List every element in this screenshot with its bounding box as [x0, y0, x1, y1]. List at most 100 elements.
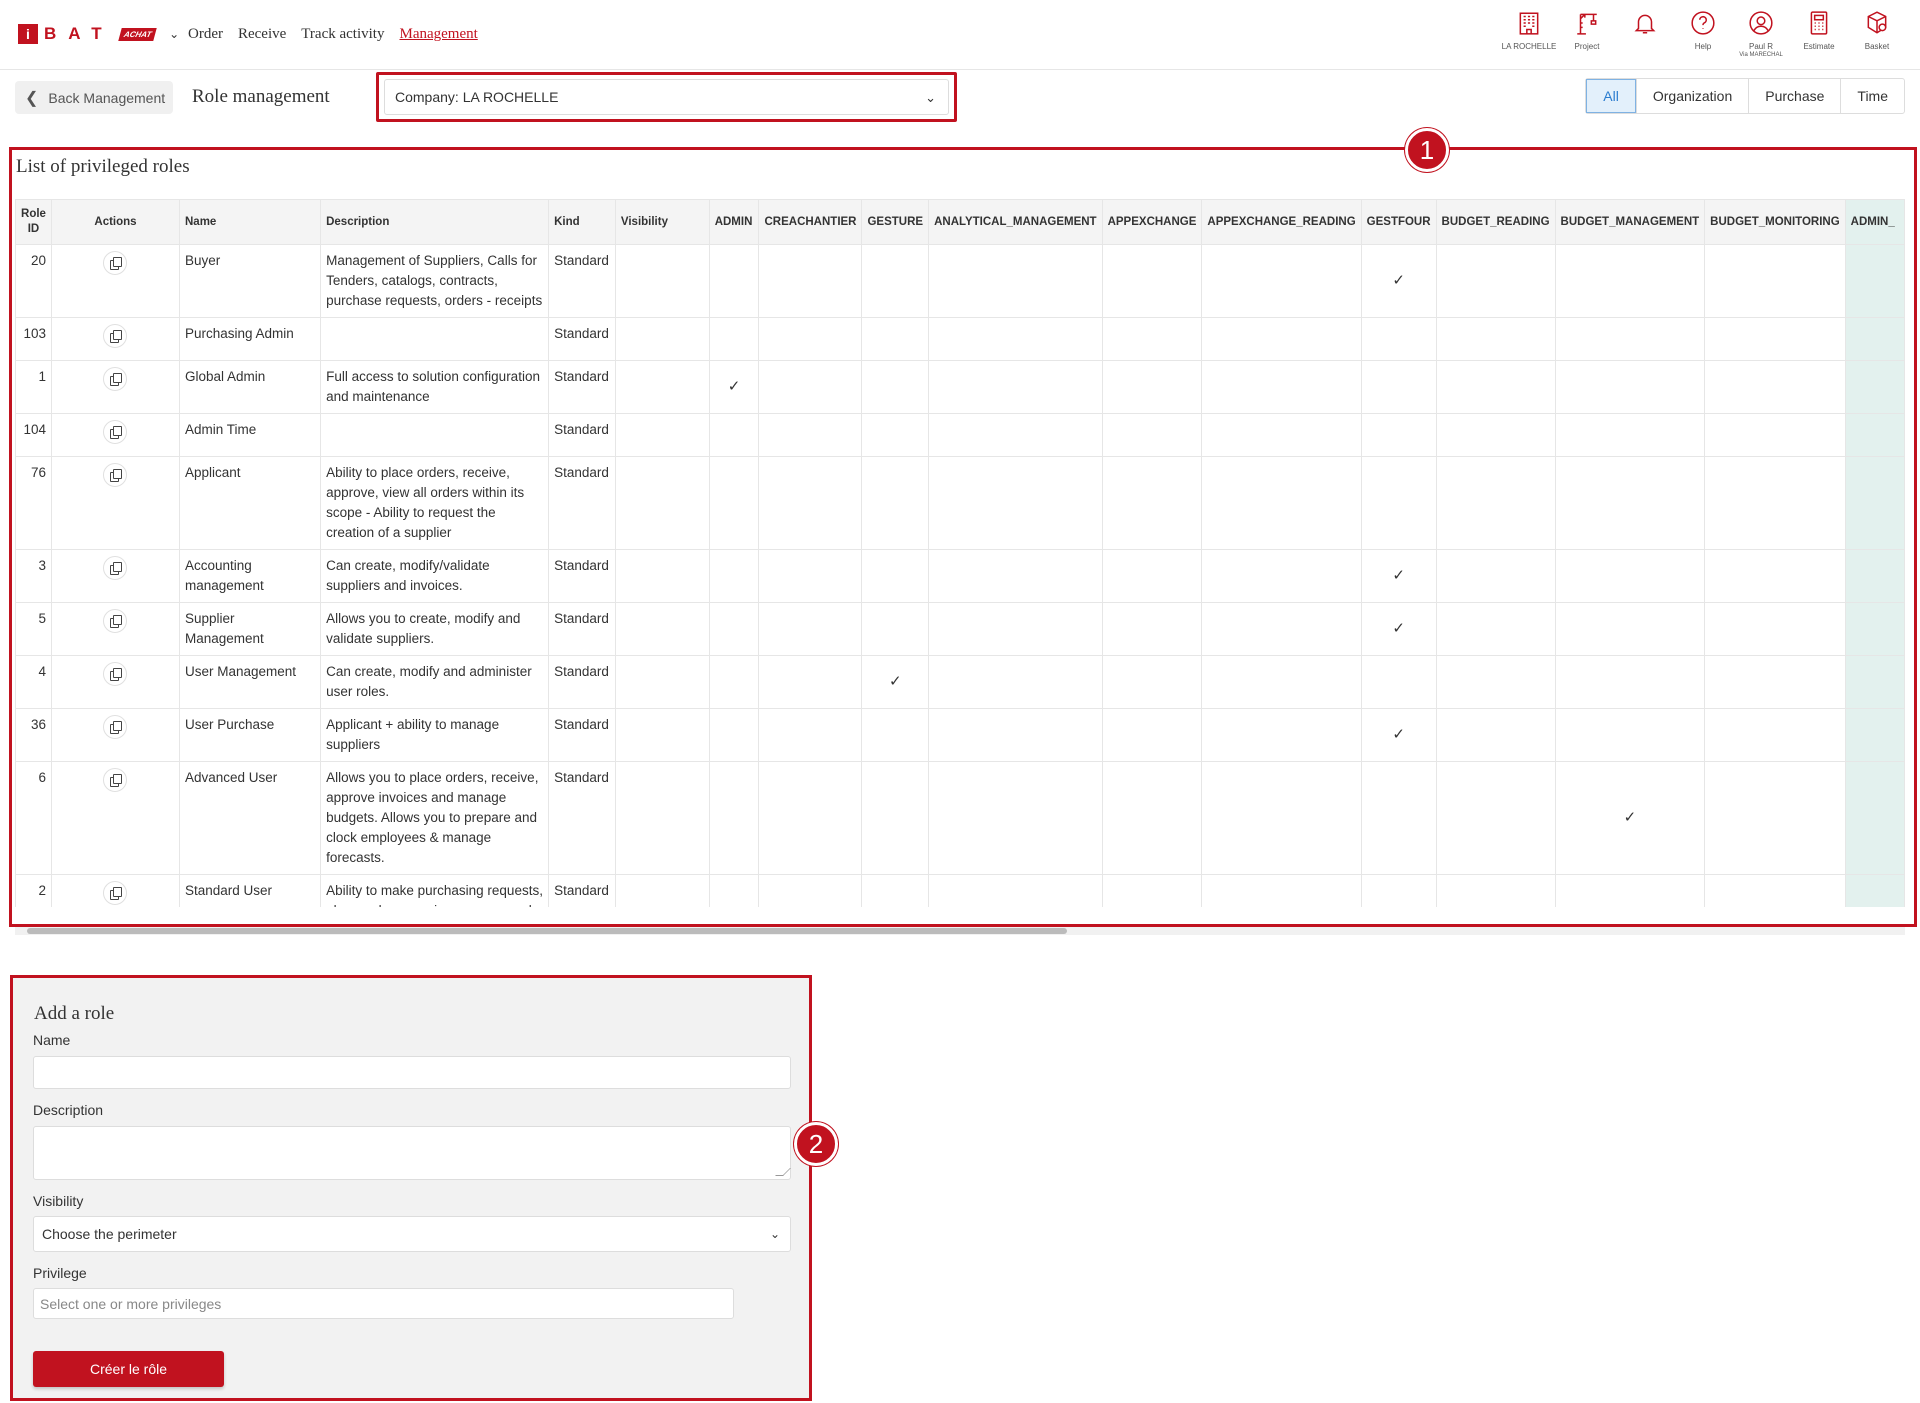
privilege-cell	[758, 456, 863, 550]
privilege-cell	[758, 761, 863, 875]
privilege-cell	[1844, 602, 1905, 656]
table-row[interactable]: 76 Applicant Ability to place orders, rece…	[15, 456, 1905, 550]
table-row[interactable]: 1 Global Admin Full access to solution con…	[15, 360, 1905, 414]
tab-organization[interactable]: Organization	[1635, 79, 1748, 113]
table-row[interactable]: 103 Purchasing Admin Standard	[15, 317, 1905, 361]
table-row[interactable]: 20 Buyer Management of Suppliers, Calls fo…	[15, 244, 1905, 318]
duplicate-icon[interactable]	[103, 768, 128, 792]
help-button[interactable]: Help	[1684, 10, 1722, 60]
duplicate-icon[interactable]	[103, 463, 128, 487]
chevron-down-icon: ⌄	[769, 1227, 780, 1241]
create-role-button[interactable]: Créer le rôle	[33, 1351, 224, 1387]
privilege-cell	[1704, 708, 1846, 762]
privilege-cell	[928, 761, 1103, 875]
privilege-cell	[1101, 456, 1203, 550]
description-textarea[interactable]	[33, 1126, 791, 1180]
project-shortcut[interactable]: Project	[1568, 10, 1606, 60]
nav-management[interactable]: Management	[399, 26, 477, 43]
scrollbar-thumb[interactable]	[27, 928, 1067, 934]
user-menu[interactable]: Paul R Via MARECHAL	[1739, 10, 1783, 60]
privilege-cell	[1844, 549, 1905, 603]
privilege-cell	[861, 761, 930, 875]
privilege-cell: ✓	[1360, 602, 1437, 656]
company-shortcut-label: LA ROCHELLE	[1501, 42, 1557, 51]
role-description-cell: Ability to make purchasing requests, pla…	[320, 874, 550, 907]
user-name: Paul R	[1748, 42, 1773, 51]
role-kind-cell: Standard	[548, 874, 616, 907]
description-label: Description	[33, 1102, 104, 1118]
table-row[interactable]: 5 Supplier Management Allows you to create…	[15, 602, 1905, 656]
privilege-cell	[1554, 244, 1706, 318]
table-row[interactable]: 3 Accounting management Can create, modify…	[15, 549, 1905, 603]
resize-handle-icon[interactable]	[775, 1168, 791, 1176]
privilege-cell	[1201, 244, 1362, 318]
app-logo[interactable]: i BAT ACHAT ⌄	[18, 24, 179, 44]
privilege-multiselect[interactable]: Select one or more privileges	[33, 1288, 734, 1319]
role-name-cell: Global Admin	[178, 360, 322, 414]
role-filter-tabs: All Organization Purchase Time	[1585, 78, 1905, 114]
tab-time[interactable]: Time	[1840, 79, 1904, 113]
privilege-cell	[708, 317, 760, 361]
basket-button[interactable]: Basket	[1858, 10, 1896, 60]
roles-table-container[interactable]: Role ID Actions Name Description Kind Visibil…	[15, 199, 1905, 907]
duplicate-icon[interactable]	[103, 367, 128, 391]
duplicate-icon[interactable]	[103, 609, 128, 633]
privilege-cell	[1201, 317, 1362, 361]
privilege-cell	[758, 602, 863, 656]
privilege-cell	[1554, 360, 1706, 414]
notifications-button[interactable]	[1626, 10, 1664, 60]
role-id-cell: 6	[15, 761, 52, 875]
privilege-cell	[1360, 360, 1437, 414]
duplicate-icon[interactable]	[103, 715, 128, 739]
nav-order[interactable]: Order	[188, 26, 223, 43]
tab-purchase[interactable]: Purchase	[1748, 79, 1840, 113]
privilege-cell	[1201, 602, 1362, 656]
estimate-button[interactable]: Estimate	[1800, 10, 1838, 60]
duplicate-icon[interactable]	[103, 251, 128, 275]
project-shortcut-label: Project	[1574, 42, 1600, 51]
nav-receive[interactable]: Receive	[238, 26, 286, 43]
table-row[interactable]: 4 User Management Can create, modify and a…	[15, 655, 1905, 709]
visibility-select[interactable]: Choose the perimeter ⌄	[33, 1216, 791, 1252]
column-header: CREACHANTIER	[758, 199, 863, 245]
column-header: GESTURE	[861, 199, 930, 245]
building-icon	[1519, 12, 1539, 35]
role-description-cell: Full access to solution configuration an…	[320, 360, 550, 414]
table-row[interactable]: 2 Standard User Ability to make purchasing…	[15, 874, 1905, 907]
privilege-cell	[1101, 708, 1203, 762]
privilege-cell	[1201, 360, 1362, 414]
annotation-marker-1: 1	[1405, 128, 1449, 172]
role-visibility-cell	[614, 761, 710, 875]
help-label: Help	[1694, 42, 1712, 51]
duplicate-icon[interactable]	[103, 420, 128, 444]
table-row[interactable]: 6 Advanced User Allows you to place orders…	[15, 761, 1905, 875]
duplicate-icon[interactable]	[103, 881, 128, 905]
company-select[interactable]: Company: LA ROCHELLE ⌄	[384, 79, 949, 115]
chevron-down-icon[interactable]: ⌄	[169, 27, 179, 41]
nav-track-activity[interactable]: Track activity	[301, 26, 384, 43]
company-shortcut[interactable]: LA ROCHELLE	[1502, 10, 1556, 60]
table-row[interactable]: 104 Admin Time Standard	[15, 413, 1905, 457]
actions-cell	[50, 413, 181, 457]
role-name-cell: Buyer	[178, 244, 322, 318]
table-row[interactable]: 36 User Purchase Applicant + ability to ma…	[15, 708, 1905, 762]
company-select-value: Company: LA ROCHELLE	[395, 89, 559, 105]
privilege-cell	[1704, 549, 1846, 603]
privilege-cell	[1435, 708, 1556, 762]
back-management-button[interactable]: ❮ Back Management	[15, 81, 173, 114]
role-visibility-cell	[614, 360, 710, 414]
privilege-cell	[861, 549, 930, 603]
role-description-cell: Can create, modify/validate suppliers an…	[320, 549, 550, 603]
privilege-cell	[1201, 655, 1362, 709]
duplicate-icon[interactable]	[103, 662, 128, 686]
duplicate-icon[interactable]	[103, 556, 128, 580]
basket-label: Basket	[1864, 42, 1890, 51]
role-visibility-cell	[614, 549, 710, 603]
name-input[interactable]	[33, 1056, 791, 1089]
actions-cell	[50, 244, 181, 318]
table-header-row: Role ID Actions Name Description Kind Visibil…	[15, 199, 1905, 245]
tab-all[interactable]: All	[1586, 79, 1636, 113]
actions-cell	[50, 549, 181, 603]
duplicate-icon[interactable]	[103, 324, 128, 348]
horizontal-scrollbar[interactable]	[15, 927, 1905, 935]
